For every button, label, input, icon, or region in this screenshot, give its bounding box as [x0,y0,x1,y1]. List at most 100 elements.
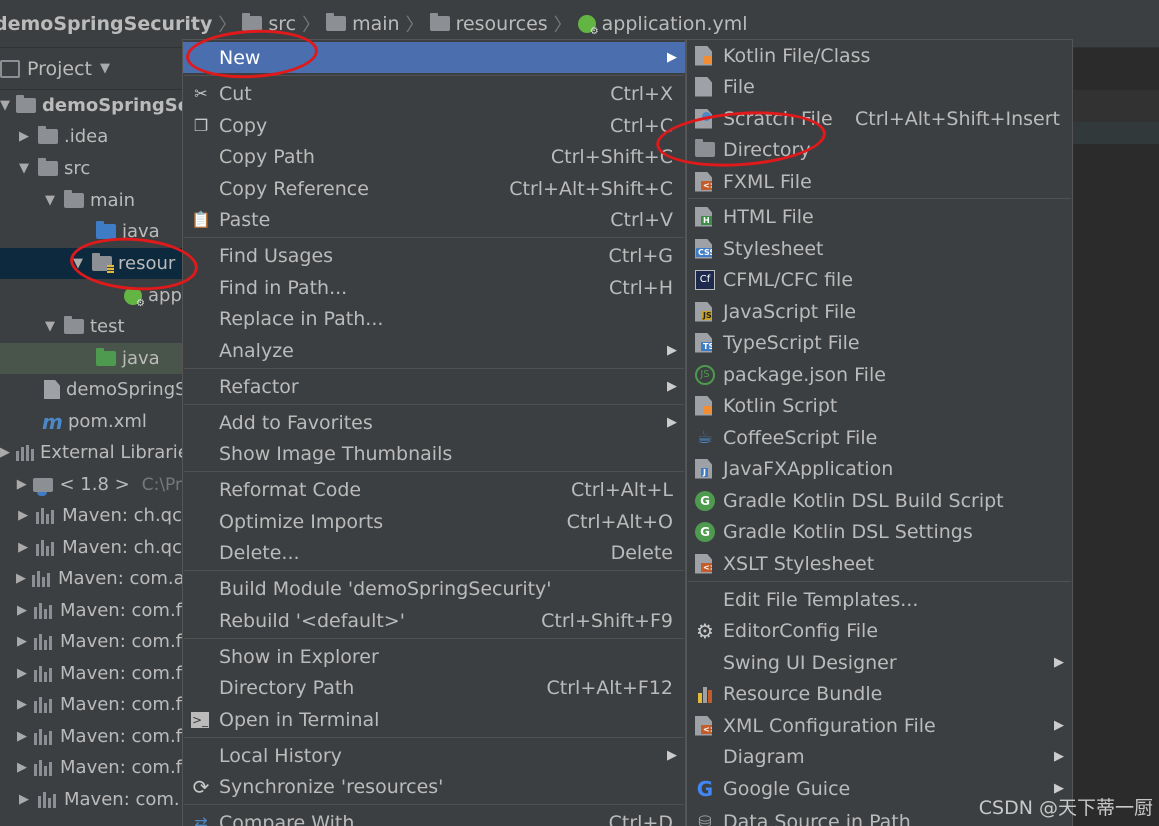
submenu-item-edit-file-templates[interactable]: Edit File Templates... [687,584,1072,615]
chevron-down-icon[interactable]: ▼ [100,61,110,76]
menu-item-copy-reference[interactable]: Copy Reference Ctrl+Alt+Shift+C [183,173,685,204]
menu-item-build-module[interactable]: Build Module 'demoSpringSecurity' [183,573,685,604]
submenu-item-kotlin-file[interactable]: Kotlin File/Class [687,40,1072,71]
submenu-item-xml-configuration[interactable]: <> XML Configuration File ▶ [687,710,1072,741]
submenu-item-fxml-file[interactable]: <> FXML File [687,166,1072,197]
tree-item-jdk[interactable]: ▶ < 1.8 > C:\Pr [0,469,182,500]
expand-arrow-icon[interactable]: ▶ [16,792,32,807]
tree-item-test-java[interactable]: java [0,343,182,374]
tree-item-src[interactable]: ▼ src [0,153,182,184]
tree-item-maven-lib[interactable]: ▶ Maven: com.f [0,658,182,689]
expand-arrow-icon[interactable]: ▶ [16,129,32,144]
expand-arrow-icon[interactable]: ▶ [16,508,30,523]
menu-item-delete[interactable]: Delete... Delete [183,537,685,568]
menu-item-directory-path[interactable]: Directory Path Ctrl+Alt+F12 [183,672,685,703]
menu-item-replace-in-path[interactable]: Replace in Path... [183,303,685,334]
tree-item-maven-lib[interactable]: ▶ Maven: com.f [0,752,182,783]
submenu-item-swing-ui-designer[interactable]: Swing UI Designer ▶ [687,647,1072,678]
expand-arrow-icon[interactable]: ▼ [16,161,32,176]
submenu-item-stylesheet[interactable]: CSS Stylesheet [687,233,1072,264]
menu-item-open-in-terminal[interactable]: >_ Open in Terminal [183,704,685,735]
menu-item-copy-path[interactable]: Copy Path Ctrl+Shift+C [183,141,685,172]
submenu-item-cfml[interactable]: Cf CFML/CFC file [687,264,1072,295]
menu-item-copy[interactable]: ❐ Copy Ctrl+C [183,110,685,141]
menu-item-show-in-explorer[interactable]: Show in Explorer [183,641,685,672]
terminal-icon: >_ [191,711,209,728]
tree-item-maven-lib[interactable]: ▶ Maven: ch.qc [0,500,182,531]
menu-item-find-usages[interactable]: Find Usages Ctrl+G [183,240,685,271]
menu-item-rebuild[interactable]: Rebuild '<default>' Ctrl+Shift+F9 [183,605,685,636]
breadcrumb-project[interactable]: demoSpringSecurity [0,13,214,35]
tree-item-idea[interactable]: ▶ .idea [0,121,182,152]
submenu-item-coffeescript[interactable]: ☕ CoffeeScript File [687,422,1072,453]
expand-arrow-icon[interactable]: ▶ [16,540,30,555]
tree-item-module[interactable]: ▼ demoSpringSec [0,90,182,121]
submenu-item-javascript[interactable]: JS JavaScript File [687,296,1072,327]
menu-item-label: Local History [219,744,342,767]
submenu-item-html-file[interactable]: H HTML File [687,201,1072,232]
expand-arrow-icon[interactable]: ▼ [42,319,58,334]
submenu-item-xslt[interactable]: <> XSLT Stylesheet [687,548,1072,579]
menu-item-label: Kotlin File/Class [723,44,871,67]
submenu-item-file[interactable]: File [687,71,1072,102]
submenu-item-diagram[interactable]: Diagram ▶ [687,741,1072,772]
tree-item-maven-lib[interactable]: ▶ Maven: com. [0,784,182,815]
expand-arrow-icon[interactable]: ▶ [16,760,28,775]
breadcrumb-main[interactable]: main [324,13,401,35]
tree-item-maven-lib[interactable]: ▶ Maven: com.a [0,563,182,594]
menu-item-find-in-path[interactable]: Find in Path... Ctrl+H [183,272,685,303]
tree-item-test[interactable]: ▼ test [0,311,182,342]
expand-arrow-icon[interactable]: ▼ [0,98,10,113]
tree-item-external-libraries[interactable]: ▶ External Librarie [0,437,182,468]
maven-library-icon [36,507,56,524]
sync-icon: ⟳ [192,774,210,799]
submenu-item-kotlin-script[interactable]: Kotlin Script [687,390,1072,421]
expand-arrow-icon[interactable]: ▶ [16,603,28,618]
editor-area[interactable] [1072,48,1159,826]
expand-arrow-icon[interactable]: ▶ [16,697,28,712]
menu-item-synchronize[interactable]: ⟳ Synchronize 'resources' [183,771,685,802]
menu-item-optimize-imports[interactable]: Optimize Imports Ctrl+Alt+O [183,506,685,537]
tree-item-pom[interactable]: m pom.xml [0,406,182,437]
expand-arrow-icon[interactable]: ▶ [16,571,26,586]
submenu-item-javafx-application[interactable]: J JavaFXApplication [687,453,1072,484]
breadcrumb-file[interactable]: application.yml [576,13,750,37]
menu-item-compare-with[interactable]: ⇄ Compare With... Ctrl+D [183,807,685,826]
menu-item-refactor[interactable]: Refactor ▶ [183,371,685,402]
menu-item-add-to-favorites[interactable]: Add to Favorites ▶ [183,407,685,438]
expand-arrow-icon[interactable]: ▶ [16,666,28,681]
tree-item-main[interactable]: ▼ main [0,185,182,216]
menu-item-reformat-code[interactable]: Reformat Code Ctrl+Alt+L [183,474,685,505]
java-file-icon: J [695,458,712,479]
menu-item-cut[interactable]: ✂ Cut Ctrl+X [183,78,685,109]
tree-item-label: Maven: com.f [60,757,182,778]
menu-item-show-image-thumbnails[interactable]: Show Image Thumbnails [183,438,685,469]
tree-item-label: < 1.8 > [59,474,130,495]
folder-icon [64,316,84,334]
submenu-arrow-icon: ▶ [1054,749,1064,764]
tree-item-maven-lib[interactable]: ▶ Maven: com.f [0,689,182,720]
tree-item-maven-lib[interactable]: ▶ Maven: ch.qc [0,532,182,563]
expand-arrow-icon[interactable]: ▶ [16,634,28,649]
tree-item-maven-lib[interactable]: ▶ Maven: com.f [0,626,182,657]
project-panel-header[interactable]: Project ▼ [0,48,182,90]
menu-item-label: Open in Terminal [219,708,380,731]
submenu-item-gradle-build-script[interactable]: G Gradle Kotlin DSL Build Script [687,485,1072,516]
expand-arrow-icon[interactable]: ▶ [16,477,27,492]
submenu-item-resource-bundle[interactable]: Resource Bundle [687,678,1072,709]
submenu-item-package-json[interactable]: JS package.json File [687,359,1072,390]
expand-arrow-icon[interactable]: ▼ [42,193,58,208]
submenu-item-editorconfig[interactable]: ⚙ EditorConfig File [687,615,1072,646]
submenu-item-typescript[interactable]: TS TypeScript File [687,327,1072,358]
tree-item-maven-lib[interactable]: ▶ Maven: com.f [0,595,182,626]
tree-item-maven-lib[interactable]: ▶ Maven: com.f [0,721,182,752]
expand-arrow-icon[interactable]: ▶ [0,445,10,460]
menu-item-label: Copy Reference [219,177,369,200]
menu-item-analyze[interactable]: Analyze ▶ [183,335,685,366]
submenu-item-gradle-settings[interactable]: G Gradle Kotlin DSL Settings [687,516,1072,547]
menu-item-paste[interactable]: 📋 Paste Ctrl+V [183,204,685,235]
expand-arrow-icon[interactable]: ▶ [16,729,28,744]
breadcrumb-resources[interactable]: resources [428,13,550,35]
tree-item-iml[interactable]: demoSpringS [0,374,182,405]
menu-item-local-history[interactable]: Local History ▶ [183,740,685,771]
